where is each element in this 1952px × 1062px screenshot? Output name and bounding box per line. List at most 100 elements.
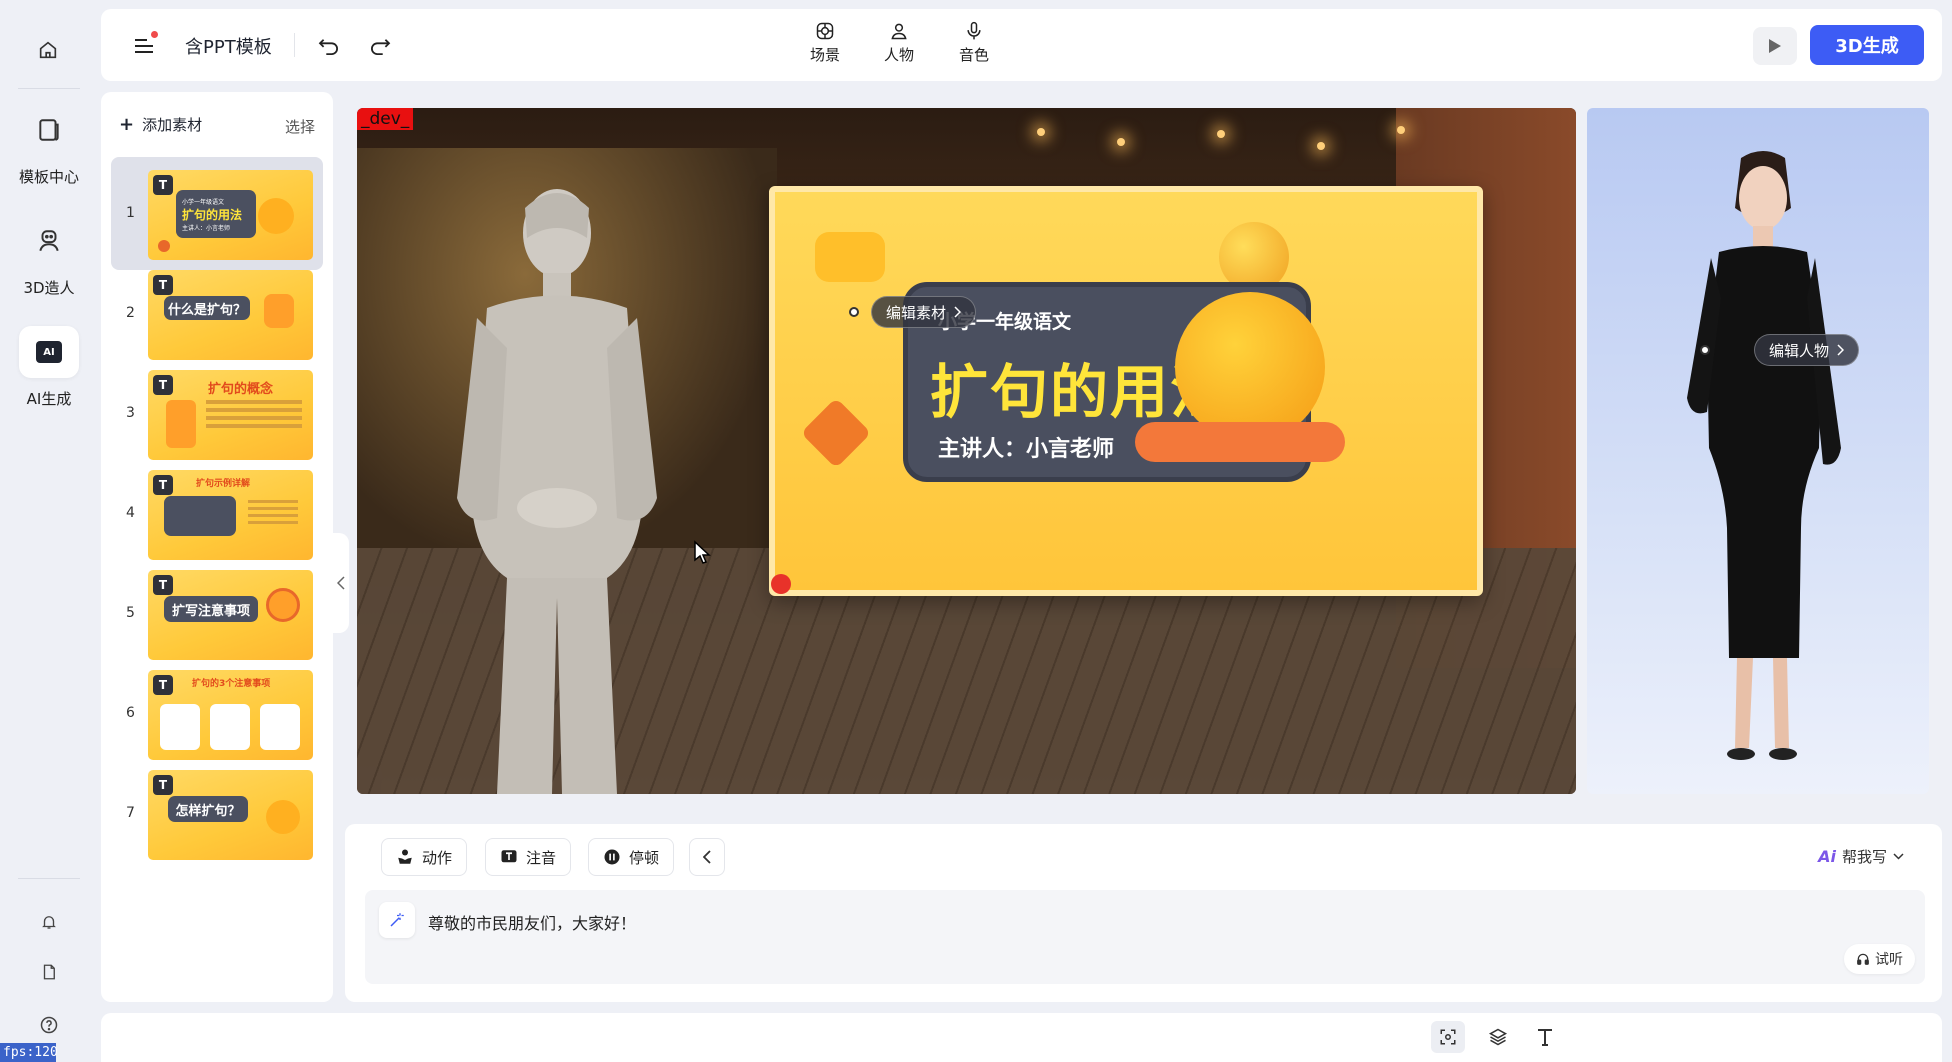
resize-handle[interactable]	[771, 574, 791, 594]
phonetic-button[interactable]: 注音	[485, 838, 572, 876]
character-figure	[1687, 151, 1841, 760]
tool-label: 人物	[883, 46, 914, 64]
slide-item[interactable]: 1 T 小学一年级语文 扩句的用法 主讲人：小言老师	[111, 157, 323, 270]
slide-number: 3	[126, 405, 135, 421]
slide-item[interactable]: 2 T 什么是扩句？	[111, 257, 323, 370]
script-editor: 动作 注音 停顿 Ai 帮我写 尊敬的市民朋友们，大家好！ 试听	[345, 824, 1942, 1002]
document-icon	[43, 964, 55, 980]
notification-button[interactable]	[32, 905, 66, 939]
star-decoration	[800, 397, 872, 469]
pause-button[interactable]: 停顿	[588, 838, 675, 876]
help-button[interactable]	[32, 1008, 66, 1042]
slide-item[interactable]: 7 T 怎样扩句？	[111, 757, 323, 870]
ai-write-button[interactable]: Ai 帮我写	[1818, 846, 1904, 867]
palm-decoration	[166, 400, 196, 448]
scene-icon	[816, 22, 834, 40]
dev-tag: _dev_	[357, 108, 414, 130]
layers-button[interactable]	[1481, 1021, 1515, 1053]
ceiling-lamp	[1037, 128, 1045, 136]
anchor-dot	[849, 307, 859, 317]
left-rail: 模板中心 3D造人 AI AI生成 fps:120	[0, 0, 98, 1062]
slide-item[interactable]: 4 T 扩句示例详解	[111, 457, 323, 570]
chevron-right-icon	[954, 306, 962, 318]
redo-icon	[371, 39, 391, 55]
tool-scene[interactable]: 场景	[795, 21, 855, 65]
rail-item-3d-avatar[interactable]: 3D造人	[0, 215, 98, 298]
tool-voice[interactable]: 音色	[944, 21, 1004, 65]
slide-thumbnail: T 扩句的概念	[148, 370, 313, 460]
ceiling-lamp	[1217, 130, 1225, 138]
toolbar-divider	[294, 33, 295, 57]
script-text-area[interactable]: 尊敬的市民朋友们，大家好！ 试听	[365, 890, 1925, 984]
scene-canvas[interactable]: _dev_ 小学一年级语文 扩句的用法 主讲人：小言老师 编辑素材	[357, 108, 1576, 794]
help-icon	[40, 1016, 58, 1034]
slide-thumbnail: T 扩句的3个注意事项	[148, 670, 313, 760]
chevron-down-icon	[1893, 853, 1904, 860]
rail-item-template-center[interactable]: 模板中心	[0, 104, 98, 187]
template-icon	[19, 104, 79, 156]
document-title[interactable]: 含PPT模板	[185, 33, 272, 59]
tool-label: 音色	[958, 46, 989, 64]
slide-number: 2	[126, 305, 135, 321]
text-tool-button[interactable]	[1528, 1021, 1562, 1053]
focus-view-button[interactable]	[1431, 1021, 1465, 1053]
slide-thumbnail: T 小学一年级语文 扩句的用法 主讲人：小言老师	[148, 170, 313, 260]
koala-decoration	[815, 232, 885, 282]
ai-write-label: 帮我写	[1841, 848, 1887, 866]
add-material-button[interactable]: + 添加素材	[119, 114, 202, 135]
menu-button[interactable]	[129, 31, 159, 61]
preview-play-button[interactable]	[1753, 27, 1797, 65]
slide-item[interactable]: 5 T 扩写注意事项	[111, 557, 323, 670]
undo-icon	[318, 39, 338, 55]
edit-person-button[interactable]: 编辑人物	[1754, 334, 1860, 366]
text-lines	[206, 400, 302, 404]
layers-icon	[1488, 1028, 1508, 1046]
presentation-board[interactable]: 小学一年级语文 扩句的用法 主讲人：小言老师	[769, 186, 1483, 596]
thumb-title: 扩句的用法	[182, 207, 243, 222]
redo-button[interactable]	[364, 31, 396, 61]
home-button[interactable]	[28, 30, 68, 70]
action-button[interactable]: 动作	[381, 838, 468, 876]
character-preview[interactable]: 编辑人物	[1587, 108, 1929, 794]
avatar-builder-icon	[19, 215, 79, 267]
rail-item-ai-generate[interactable]: AI AI生成	[0, 326, 98, 409]
gift-decoration	[264, 294, 294, 328]
rocker-decoration	[1135, 422, 1345, 462]
notification-dot	[151, 31, 158, 38]
tip-card	[160, 704, 200, 750]
chevron-left-icon	[337, 576, 345, 590]
rail-divider	[18, 88, 80, 89]
thumb-card: 小学一年级语文 扩句的用法 主讲人：小言老师	[176, 190, 256, 238]
text-type-badge: T	[153, 175, 173, 195]
thumb-title: 什么是扩句？	[164, 296, 250, 320]
slide-item[interactable]: 3 T 扩句的概念	[111, 357, 323, 470]
select-button[interactable]: 选择	[285, 116, 315, 137]
tool-person[interactable]: 人物	[869, 21, 929, 65]
ai-badge: AI	[36, 341, 62, 363]
star-decoration	[158, 240, 170, 252]
magic-wand-button[interactable]	[379, 902, 415, 938]
add-material-label: 添加素材	[142, 116, 203, 134]
duck-decoration	[258, 198, 294, 234]
ceiling-lamp	[1397, 126, 1405, 134]
edit-material-label: 编辑素材	[886, 303, 947, 322]
edit-material-button[interactable]: 编辑素材	[871, 296, 977, 328]
presenter-figure[interactable]	[437, 178, 677, 794]
edit-person-label: 编辑人物	[1769, 341, 1830, 360]
ceiling-lamp	[1117, 138, 1125, 146]
text-type-badge: T	[153, 775, 173, 795]
top-toolbar: 含PPT模板 场景 人物 音色 3D生成	[101, 9, 1942, 81]
chevron-right-icon	[1837, 344, 1845, 356]
document-button[interactable]	[32, 955, 66, 989]
collapse-tools-button[interactable]	[689, 838, 725, 876]
slide-item[interactable]: 6 T 扩句的3个注意事项	[111, 657, 323, 770]
undo-button[interactable]	[313, 31, 345, 61]
ai-icon: AI	[19, 326, 79, 378]
slide-number: 7	[126, 805, 135, 821]
listen-button[interactable]: 试听	[1844, 944, 1915, 974]
collapse-panel-button[interactable]	[333, 533, 349, 633]
action-label: 动作	[422, 848, 453, 867]
slide-thumbnail: T 什么是扩句？	[148, 270, 313, 360]
generate-3d-button[interactable]: 3D生成	[1810, 25, 1924, 65]
tip-card	[260, 704, 300, 750]
